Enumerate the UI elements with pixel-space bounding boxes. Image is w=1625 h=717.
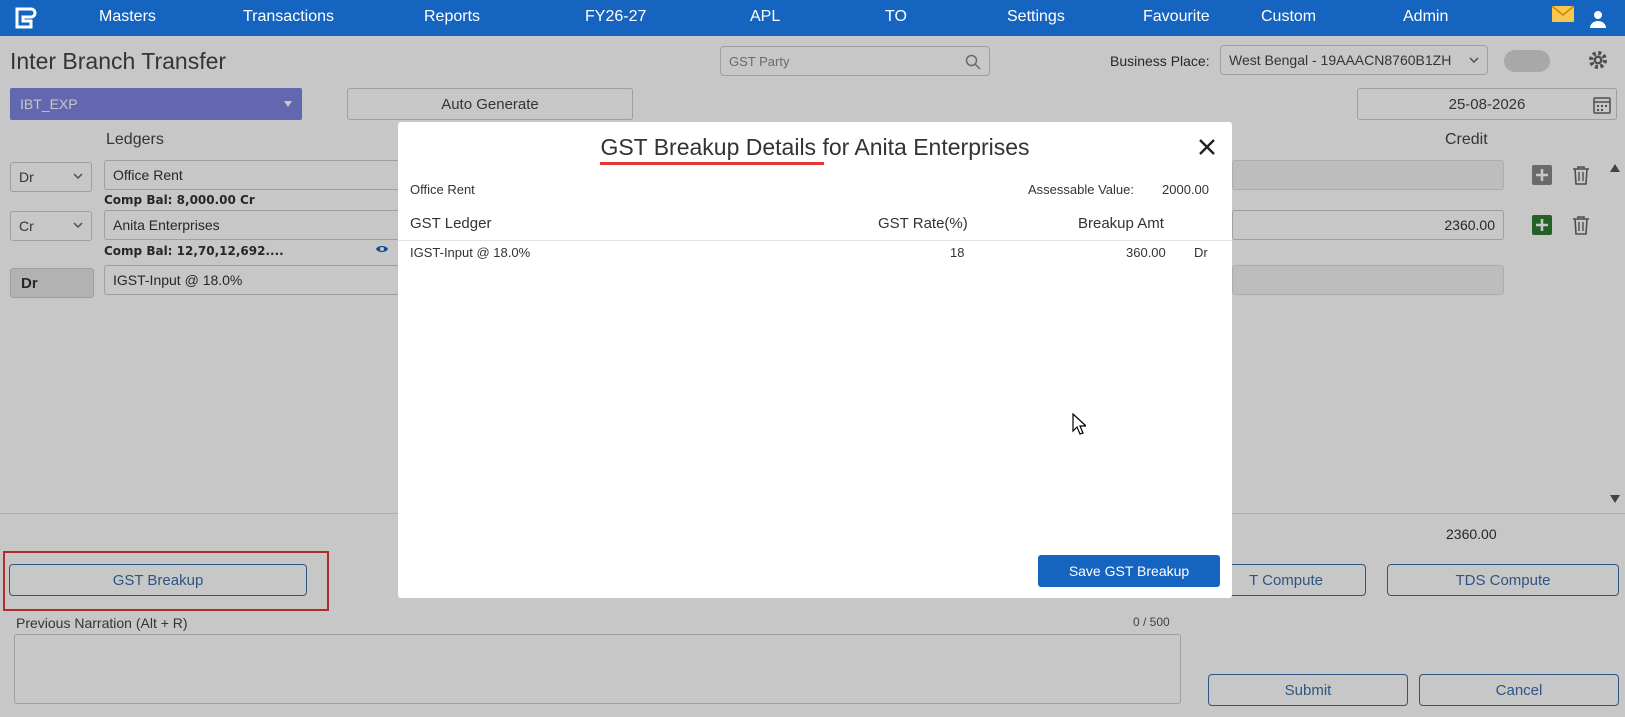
assessable-value-label: Assessable Value: [1028,182,1134,197]
header-breakup-amt: Breakup Amt [1078,215,1164,232]
breakup-rate: 18 [950,245,965,260]
nav-custom[interactable]: Custom [1261,8,1316,26]
app-logo-icon[interactable] [14,6,38,30]
assessable-value: 2000.00 [1162,182,1209,197]
nav-apl[interactable]: APL [750,8,780,26]
nav-masters[interactable]: Masters [99,8,156,26]
header-gst-rate: GST Rate(%) [878,215,968,232]
mouse-cursor-icon [1072,413,1086,435]
nav-admin[interactable]: Admin [1403,8,1448,26]
save-gst-breakup-button[interactable]: Save GST Breakup [1038,555,1220,587]
nav-transactions[interactable]: Transactions [243,8,334,26]
avatar[interactable] [1588,8,1608,28]
breakup-amount: 360.00 [1126,245,1166,260]
breakup-ledger: IGST-Input @ 18.0% [410,245,531,260]
modal-ledger-name: Office Rent [410,182,475,197]
top-nav: Masters Transactions Reports FY26-27 APL… [0,0,1625,36]
close-icon[interactable] [1198,138,1216,156]
gst-breakup-modal: GST Breakup Details for Anita Enterprise… [398,122,1232,598]
nav-favourite[interactable]: Favourite [1143,8,1210,26]
title-underline-annotation [600,162,824,165]
breakup-drcr: Dr [1194,245,1208,260]
nav-reports[interactable]: Reports [424,8,480,26]
nav-to[interactable]: TO [885,8,907,26]
header-gst-ledger: GST Ledger [410,215,492,232]
nav-settings[interactable]: Settings [1007,8,1065,26]
mail-icon[interactable] [1552,6,1574,22]
modal-title: GST Breakup Details for Anita Enterprise… [600,134,1030,160]
nav-fy[interactable]: FY26-27 [585,8,646,26]
header-divider [398,240,1232,241]
